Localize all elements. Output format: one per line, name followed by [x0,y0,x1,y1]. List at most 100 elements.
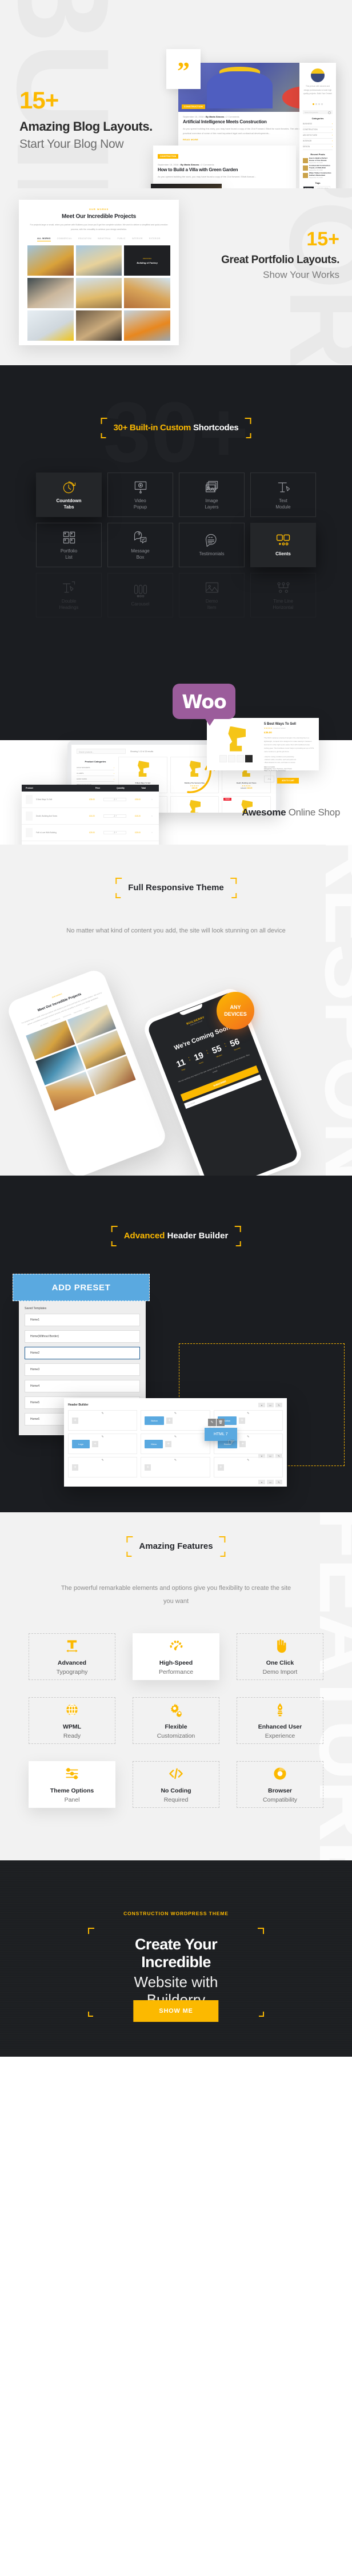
builder-cell[interactable]: ✎ + [141,1457,210,1477]
category-item[interactable]: INTERIOR › [303,139,333,144]
cart-item-name[interactable]: Fall in Love With Building [36,831,81,834]
shortcode-clients[interactable]: Clients [250,523,316,567]
pencil-icon[interactable]: ✎ [247,1435,249,1439]
portfolio-thumb[interactable] [75,310,122,341]
feature-code[interactable]: No Coding Required [133,1761,219,1808]
builder-cell[interactable]: ✎ + [68,1410,138,1431]
add-element-icon[interactable]: + [72,1417,78,1424]
shortcode-portfolio-list[interactable]: Portfolio List [36,523,102,567]
category-item[interactable]: DESIGN › [303,144,333,150]
add-element-icon[interactable]: + [166,1417,173,1424]
post-tag[interactable]: CONSTRUCTION [182,104,205,109]
pencil-icon[interactable]: ✎ [174,1459,177,1462]
phone-portfolio-tab[interactable]: COMMERCIAL [51,1018,61,1023]
add-element-icon[interactable]: + [145,1464,151,1471]
builder-cell[interactable]: ✎ Menu + [141,1434,210,1454]
add-element-icon[interactable]: + [239,1440,246,1447]
builder-toolbar[interactable]: ▾ ▭ ✎ [258,1480,282,1484]
post-author[interactable]: By Marta Simons [206,115,224,118]
category-item[interactable]: ARCHITECTURE › [303,133,333,139]
add-element-icon[interactable]: + [165,1440,172,1447]
builder-toolbar[interactable]: ▾ ▭ ✎ [258,1403,282,1407]
shop-search-input[interactable]: Search products... [77,749,126,754]
portfolio-tab[interactable]: ALL WORKS [37,237,51,241]
post-title[interactable]: How to Build a Villa with Green Garden [158,166,291,172]
category-item[interactable]: BUSINESS › [303,122,333,127]
add-preset-button[interactable]: ADD PRESET [13,1274,150,1301]
feature-click-hand[interactable]: One Click Demo Import [237,1633,323,1680]
shop-category-item[interactable]: HAND SAWS › [77,776,114,782]
pencil-icon[interactable]: ✎ [247,1412,249,1415]
portfolio-thumb-featured[interactable]: Building of Factory INDUSTRIAL [124,245,170,276]
feature-globe[interactable]: WPML Ready [29,1697,115,1744]
add-element-icon[interactable]: + [91,1440,98,1447]
add-element-icon[interactable]: + [217,1464,224,1471]
add-element-icon[interactable]: + [239,1417,246,1424]
portfolio-tab[interactable]: EXTERIOR [149,237,161,241]
shortcode-message-box[interactable]: Message Box [107,523,173,567]
cart-quantity-stepper[interactable]: - 1 + [103,814,126,818]
shortcode-testimonials[interactable]: Testimonials [179,523,245,567]
element-actions[interactable]: ✎ 🗑 [208,1419,225,1426]
shortcode-text-module[interactable]: Text Module [250,473,316,517]
recent-post-item[interactable]: Commercial Construction Trends of 2018-2… [303,164,333,171]
show-me-button[interactable]: SHOW ME [133,2000,219,2022]
blog-post-card-secondary[interactable]: CONSTRUCTION September 15, 2018 • By Mar… [153,146,296,188]
portfolio-thumb[interactable] [27,310,74,341]
search-input[interactable]: Search Keywords [303,110,333,114]
cart-item-name[interactable]: 5 Best Ways To Sell [36,798,81,801]
social-dots[interactable] [303,98,333,108]
pencil-icon[interactable]: ✎ [102,1412,104,1415]
post-tag[interactable]: CONSTRUCTION [158,154,179,159]
cart-quantity-stepper[interactable]: - 1 + [103,831,126,834]
shortcode-carousel[interactable]: Carousel [107,573,173,617]
portfolio-tab[interactable]: COMMERCIAL [57,237,72,241]
category-item[interactable]: CONSTRUCTION › [303,127,333,133]
shortcode-demo-item[interactable]: Demo Item [179,573,245,617]
feature-gears[interactable]: Flexible Customization [133,1697,219,1744]
portfolio-thumb[interactable] [75,277,122,308]
template-item[interactable]: Home2 [25,1347,140,1359]
pencil-icon[interactable]: ✎ [247,1459,249,1462]
cart-quantity-stepper[interactable]: - 1 + [103,798,126,801]
template-item[interactable]: Home(Without Border) [25,1330,140,1343]
product-card[interactable]: Guaranteed No Stress★★★★★£25.00 [170,796,219,813]
portfolio-preview-card[interactable]: OUR WORKS Meet Our Incredible Projects F… [19,200,179,345]
remove-item-icon[interactable]: × [149,815,155,817]
builder-cell[interactable]: ✎ Button + [141,1410,210,1431]
portfolio-filter-tabs[interactable]: ALL WORKS COMMERCIAL EDUCATION INDUSTRIAL PU… [27,237,170,241]
pencil-icon[interactable]: ✎ [102,1435,104,1439]
phone-portfolio-tab[interactable]: INDUSTRIAL [74,1009,82,1014]
post-author[interactable]: By Marta Simons [181,163,199,166]
add-element-icon[interactable]: + [72,1464,78,1471]
feature-browser[interactable]: Browser Compatibility [237,1761,323,1808]
portfolio-thumb[interactable] [124,310,170,341]
shortcode-timeline[interactable]: Time Line Horizontal [250,573,316,617]
pencil-icon[interactable]: ✎ [102,1459,104,1462]
pencil-icon[interactable]: ✎ [174,1412,177,1415]
phone-portfolio-tab[interactable]: EDUCATION [63,1014,71,1018]
add-to-cart-button[interactable]: ADD TO CART [277,778,299,784]
portfolio-tab[interactable]: EDUCATION [78,237,91,241]
feature-speedometer[interactable]: High-Speed Performance [133,1633,219,1680]
blog-post-card-tertiary[interactable]: CONSTRUCTION September 15, 2018 • By Mar… [151,184,222,188]
feature-sliders[interactable]: Theme Options Panel [29,1761,115,1808]
cart-item-name[interactable]: Death, Building And Taxes [36,815,81,817]
builder-cell[interactable]: ✎ + [213,1457,283,1477]
quantity-stepper[interactable]: - 1 + [264,776,275,783]
shop-category-item[interactable]: CLAMPS › [77,770,114,776]
product-thumbnails[interactable] [219,754,253,762]
builder-element[interactable]: Logo [72,1439,90,1448]
feature-pen-nib[interactable]: Enhanced User Experience [237,1697,323,1744]
builder-cell[interactable]: ✎ + [68,1457,138,1477]
builder-element[interactable]: Menu [145,1439,163,1448]
shortcode-double-headings[interactable]: Double Headings [36,573,102,617]
remove-item-icon[interactable]: × [149,831,155,834]
builder-cell[interactable]: ✎ Logo + [68,1434,138,1454]
portfolio-thumb[interactable] [27,277,74,308]
product-quick-view[interactable]: 5 Best Ways To Sell ★★★★★ 2 customer rev… [207,718,319,784]
template-item[interactable]: Home1 [25,1314,140,1326]
portfolio-thumb[interactable] [27,245,74,276]
pencil-icon[interactable]: ✎ [174,1435,177,1439]
recent-post-item[interactable]: When Timber Construction Gathers Momentu… [303,172,333,179]
